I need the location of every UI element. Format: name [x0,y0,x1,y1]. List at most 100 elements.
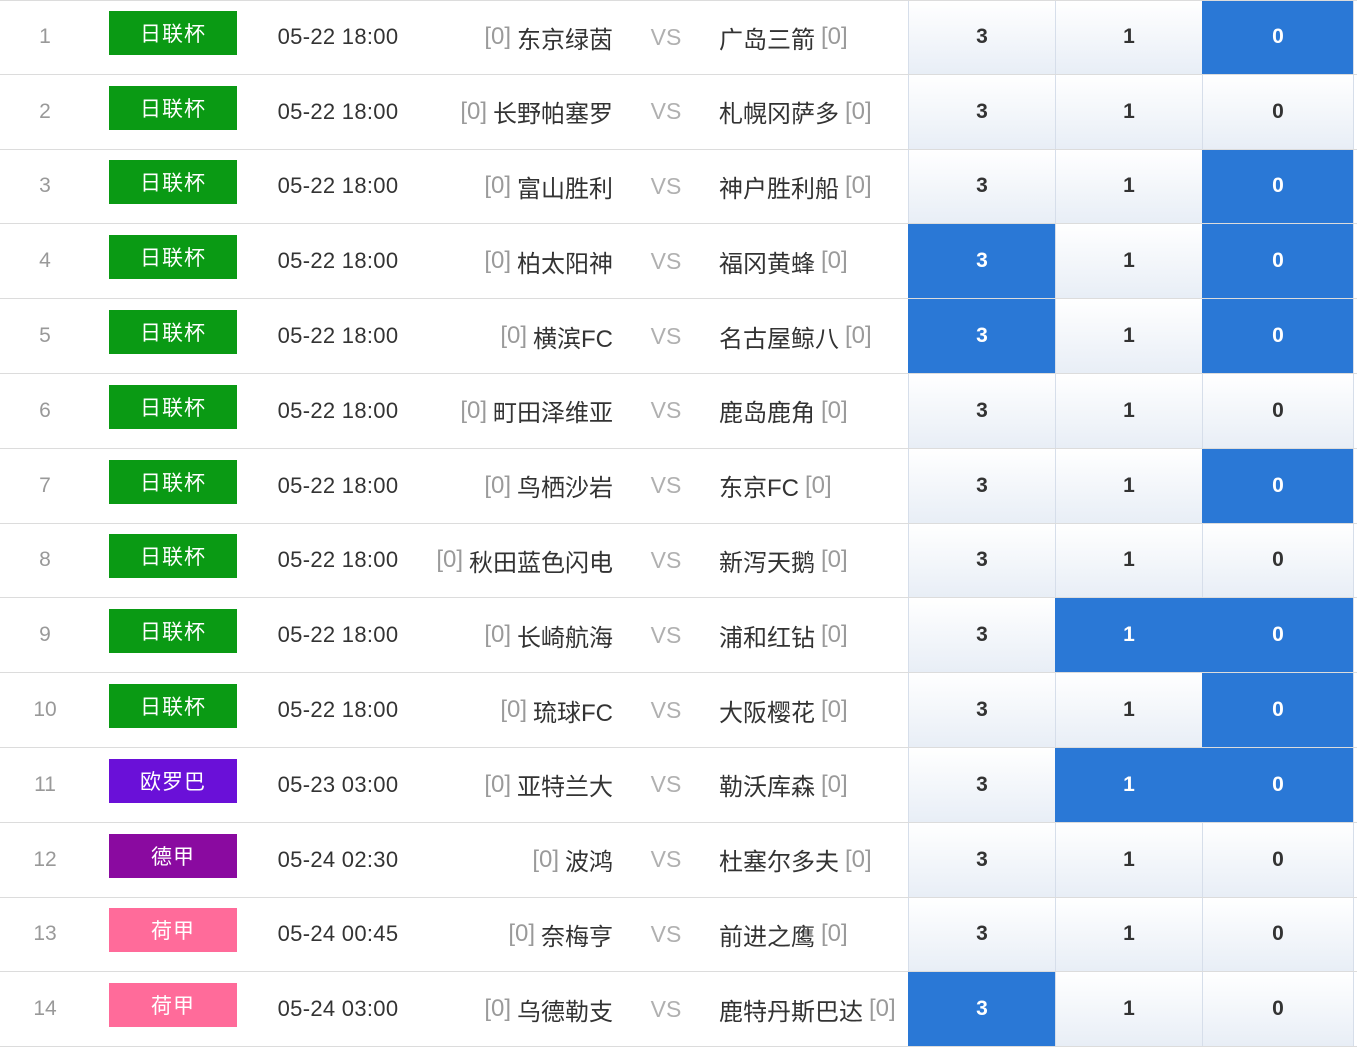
odds-loss-button[interactable]: 0 [1202,448,1354,523]
league-cell: 荷甲 [90,972,258,1046]
match-index: 2 [39,99,51,123]
odds-win-button[interactable]: 3 [908,523,1055,598]
league-badge[interactable]: 荷甲 [109,908,237,953]
odds-draw-button[interactable]: 1 [1055,673,1202,747]
away-team-name: 福冈黄蜂 [719,250,815,278]
match-row: 1 日联杯 05-22 18:00 [0] 东京绿茵 VS 广岛三箭 [0] 3… [0,0,1357,75]
match-row: 3 日联杯 05-22 18:00 [0] 富山胜利 VS 神户胜利船 [0] … [0,149,1357,225]
odds-win-button[interactable]: 3 [908,299,1055,373]
home-team-name: 长崎航海 [517,624,613,652]
odds-draw-button[interactable]: 1 [1055,149,1202,224]
league-badge[interactable]: 日联杯 [109,11,237,56]
match-index: 7 [39,473,51,497]
league-badge[interactable]: 日联杯 [109,534,237,579]
away-team: 浦和红钻 [0] [719,598,908,672]
odds-win-button[interactable]: 3 [908,598,1055,673]
match-row: 2 日联杯 05-22 18:00 [0] 长野帕塞罗 VS 札幌冈萨多 [0]… [0,74,1357,150]
away-team-name: 名古屋鲸八 [719,325,839,353]
odds-win-button[interactable]: 3 [908,448,1055,523]
odds-win-button[interactable]: 3 [908,74,1055,149]
away-team: 大阪樱花 [0] [719,673,908,747]
odds-win-button[interactable]: 3 [908,897,1055,972]
odds-loss-button[interactable]: 0 [1202,299,1354,373]
odds-draw-button[interactable]: 1 [1055,598,1202,673]
league-badge[interactable]: 日联杯 [109,684,237,729]
match-time: 05-22 18:00 [277,323,399,349]
home-team-name: 秋田蓝色闪电 [469,549,613,577]
league-badge[interactable]: 日联杯 [109,160,237,205]
odds-draw-button[interactable]: 1 [1055,747,1202,822]
vs-label: VS [650,172,682,199]
home-team-name: 琉球FC [533,699,613,727]
league-badge[interactable]: 欧罗巴 [109,758,237,803]
odds-draw-button[interactable]: 1 [1055,972,1202,1047]
odds-win-button[interactable]: 3 [908,822,1055,897]
league-cell: 日联杯 [90,524,258,598]
odds-draw-button[interactable]: 1 [1055,523,1202,598]
odds-loss-button[interactable]: 0 [1202,598,1354,673]
odds-win-button[interactable]: 3 [908,673,1055,747]
odds-draw-button[interactable]: 1 [1055,224,1202,299]
odds-loss-button[interactable]: 0 [1202,1,1354,74]
league-cell: 日联杯 [90,1,258,74]
league-badge[interactable]: 德甲 [109,833,237,878]
match-row: 4 日联杯 05-22 18:00 [0] 柏太阳神 VS 福冈黄蜂 [0] 3… [0,224,1357,300]
odds-win-button[interactable]: 3 [908,373,1055,448]
odds-loss-button[interactable]: 0 [1202,373,1354,448]
home-team-name: 长野帕塞罗 [493,101,613,129]
home-team-name: 鸟栖沙岩 [517,475,613,503]
odds-draw-button[interactable]: 1 [1055,822,1202,897]
odds-draw-button[interactable]: 1 [1055,897,1202,972]
league-badge[interactable]: 日联杯 [109,235,237,280]
odds-loss-button[interactable]: 0 [1202,523,1354,598]
odds-win-button[interactable]: 3 [908,1,1055,74]
vs-label: VS [650,472,682,499]
match-row: 9 日联杯 05-22 18:00 [0] 长崎航海 VS 浦和红钻 [0] 3… [0,598,1357,674]
away-team: 鹿特丹斯巴达 [0] [719,972,908,1046]
odds-loss-button[interactable]: 0 [1202,747,1354,822]
home-team: [0] 乌德勒支 [418,972,613,1046]
league-cell: 日联杯 [90,75,258,149]
match-index: 9 [39,623,51,647]
odds-draw-button[interactable]: 1 [1055,1,1202,74]
league-badge[interactable]: 日联杯 [109,85,237,130]
home-rank: [0] [484,770,511,798]
league-cell: 荷甲 [90,898,258,972]
home-rank: [0] [484,471,511,499]
vs-label: VS [650,846,682,873]
match-index: 4 [39,249,51,273]
odds-draw-button[interactable]: 1 [1055,299,1202,373]
away-rank: [0] [805,471,832,499]
home-team-name: 乌德勒支 [517,998,613,1026]
home-team: [0] 柏太阳神 [418,224,613,298]
league-cell: 日联杯 [90,299,258,373]
odds-loss-button[interactable]: 0 [1202,897,1354,972]
vs-label: VS [650,920,682,947]
match-index: 12 [33,847,57,871]
odds-loss-button[interactable]: 0 [1202,149,1354,224]
odds-loss-button[interactable]: 0 [1202,822,1354,897]
away-team-name: 前进之鹰 [719,923,815,951]
away-rank: [0] [821,621,848,649]
odds-loss-button[interactable]: 0 [1202,224,1354,299]
odds-win-button[interactable]: 3 [908,224,1055,299]
odds-loss-button[interactable]: 0 [1202,972,1354,1047]
odds-win-button[interactable]: 3 [908,149,1055,224]
away-team: 前进之鹰 [0] [719,898,908,972]
vs-label: VS [650,98,682,125]
league-badge[interactable]: 日联杯 [109,310,237,355]
match-table: 1 日联杯 05-22 18:00 [0] 东京绿茵 VS 广岛三箭 [0] 3… [0,0,1357,1048]
odds-win-button[interactable]: 3 [908,972,1055,1047]
odds-win-button[interactable]: 3 [908,747,1055,822]
league-badge[interactable]: 荷甲 [109,983,237,1028]
odds-draw-button[interactable]: 1 [1055,74,1202,149]
league-badge[interactable]: 日联杯 [109,459,237,504]
odds-draw-button[interactable]: 1 [1055,448,1202,523]
odds-draw-button[interactable]: 1 [1055,373,1202,448]
odds-loss-button[interactable]: 0 [1202,673,1354,747]
away-team: 勒沃库森 [0] [719,748,908,822]
league-badge[interactable]: 日联杯 [109,609,237,654]
match-time: 05-22 18:00 [277,173,399,199]
league-badge[interactable]: 日联杯 [109,384,237,429]
odds-loss-button[interactable]: 0 [1202,74,1354,149]
